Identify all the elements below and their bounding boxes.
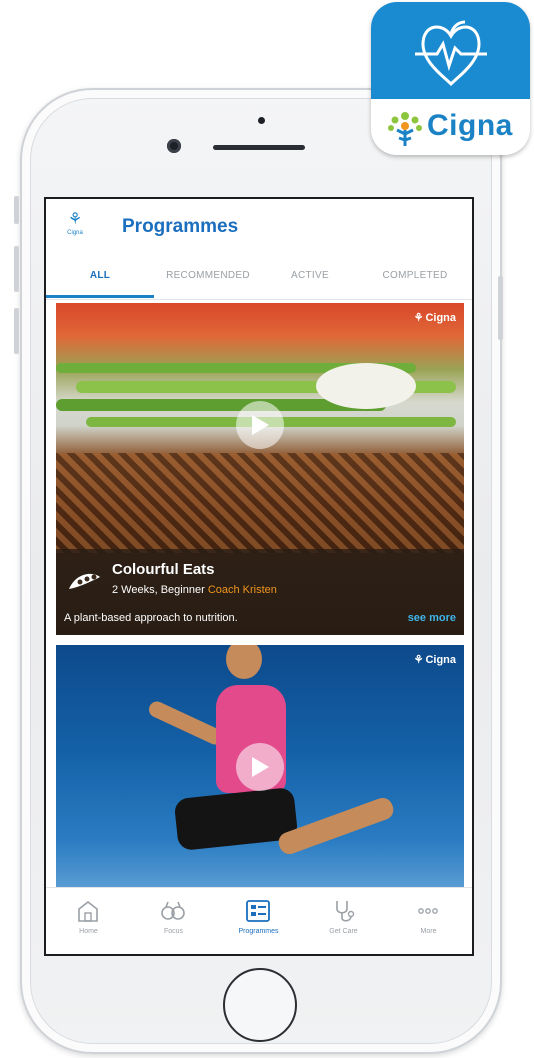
programme-title: Colourful Eats [112, 561, 215, 578]
cigna-tree-icon: ⚘ [413, 312, 424, 324]
app-screen: ⚘ Cigna Programmes ALL RECOMMENDED ACTIV… [44, 197, 474, 956]
cigna-tree-icon: ⚘ [67, 211, 83, 228]
nav-more-label: More [420, 928, 437, 935]
peas-icon [69, 573, 100, 589]
stethoscope-icon [336, 901, 355, 922]
cigna-app-icon: Cigna [371, 2, 530, 155]
nav-programmes-label: Programmes [238, 928, 279, 935]
proximity-sensor [258, 117, 265, 124]
page-title: Programmes [122, 216, 239, 237]
volume-down-button [14, 308, 19, 354]
nav-home[interactable]: Home [46, 888, 131, 954]
cigna-wordmark: Cigna [427, 109, 513, 142]
cigna-tree-icon [388, 112, 422, 146]
more-icon [418, 908, 438, 914]
front-camera [167, 139, 181, 153]
tab-completed[interactable]: COMPLETED [358, 261, 472, 299]
power-button [498, 276, 503, 340]
cigna-brand-tag: ⚘ Cigna [413, 312, 456, 324]
play-icon [252, 415, 269, 435]
volume-up-button [14, 246, 19, 292]
home-button[interactable] [223, 968, 297, 1042]
tab-all[interactable]: ALL [46, 261, 154, 299]
cigna-logo-text: Cigna [67, 230, 83, 236]
programme-description: A plant-based approach to nutrition. [64, 612, 238, 624]
nav-focus[interactable]: Focus [131, 888, 216, 954]
onion-shape [316, 363, 416, 409]
programme-card-colourful-eats[interactable]: ⚘ Cigna Colourful Eats 2 Weeks, Beginner … [56, 303, 464, 635]
play-button[interactable] [236, 743, 284, 791]
cigna-logo: ⚘ Cigna [62, 211, 88, 245]
bottom-navigation: Home Focus Programmes Get Care More [46, 887, 472, 954]
tab-active[interactable]: ACTIVE [262, 261, 358, 299]
programme-duration: 2 Weeks, Beginner [112, 584, 205, 596]
focus-icon [161, 901, 185, 920]
nav-home-label: Home [79, 928, 98, 935]
tab-recommended[interactable]: RECOMMENDED [154, 261, 262, 299]
nav-get-care[interactable]: Get Care [301, 888, 386, 954]
coach-link[interactable]: Coach Kristen [208, 584, 277, 596]
basket-shape [56, 453, 464, 553]
mute-switch [14, 196, 19, 224]
earpiece-speaker [213, 145, 305, 150]
heart-apple-icon [415, 20, 487, 87]
app-header: ⚘ Cigna Programmes [46, 199, 472, 261]
cigna-brand-tag: ⚘ Cigna [413, 654, 456, 666]
home-icon [78, 900, 98, 922]
nav-focus-label: Focus [163, 928, 184, 935]
programmes-icon [246, 900, 270, 922]
nav-more[interactable]: More [386, 888, 471, 954]
programme-feed[interactable]: ⚘ Cigna Colourful Eats 2 Weeks, Beginner … [56, 303, 464, 887]
runner-photo [226, 645, 262, 679]
programme-card-fitness[interactable]: ⚘ Cigna [56, 645, 464, 887]
runner-arm-shape [146, 698, 226, 748]
play-button[interactable] [236, 401, 284, 449]
programme-meta: 2 Weeks, Beginner Coach Kristen [112, 584, 277, 596]
active-tab-indicator [46, 295, 154, 298]
programme-info: Colourful Eats 2 Weeks, Beginner Coach K… [56, 549, 464, 635]
nav-get-care-label: Get Care [329, 928, 358, 935]
nav-programmes[interactable]: Programmes [216, 888, 301, 954]
see-more-link[interactable]: see more [408, 612, 456, 624]
play-icon [252, 757, 269, 777]
cigna-tree-icon: ⚘ [413, 654, 424, 666]
